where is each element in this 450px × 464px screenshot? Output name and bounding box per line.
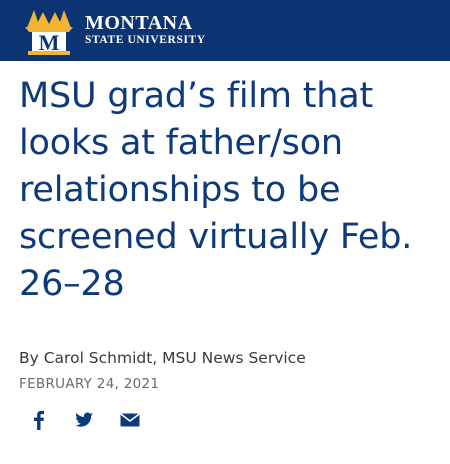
wordmark-line1: MONTANA — [85, 12, 193, 34]
article-date: FEBRUARY 24, 2021 — [19, 376, 160, 392]
site-header: M MONTANA STATE UNIVERSITY — [0, 0, 450, 61]
facebook-icon — [34, 410, 45, 430]
email-icon — [120, 413, 140, 427]
twitter-share-button[interactable] — [71, 407, 97, 433]
article-byline: By Carol Schmidt, MSU News Service — [19, 349, 306, 367]
facebook-share-button[interactable] — [26, 407, 52, 433]
university-wordmark[interactable]: MONTANA STATE UNIVERSITY — [85, 12, 206, 47]
article-title: MSU grad’s film that looks at father/son… — [19, 76, 413, 304]
email-share-button[interactable] — [117, 407, 143, 433]
msu-logo-icon[interactable]: M — [21, 6, 77, 56]
wordmark-line2: STATE UNIVERSITY — [85, 34, 206, 46]
twitter-icon — [75, 412, 93, 427]
logo-letter: M — [39, 30, 60, 55]
